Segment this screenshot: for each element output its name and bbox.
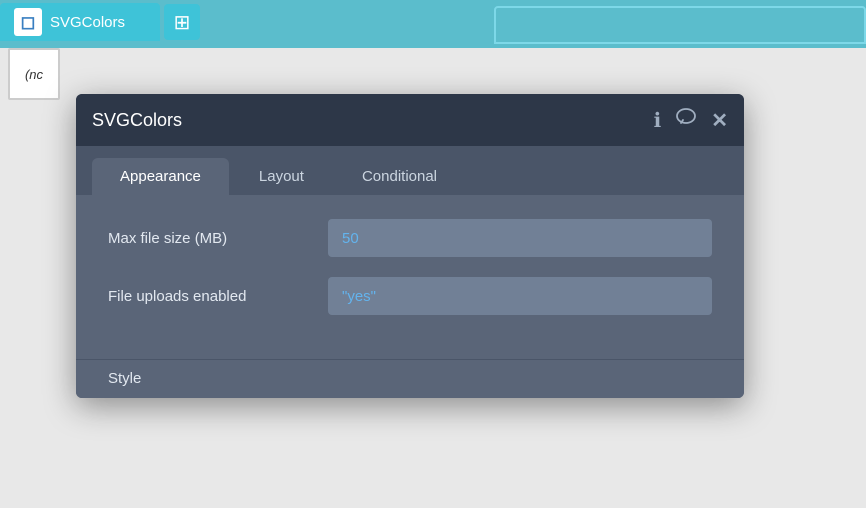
form-row-fileuploads: File uploads enabled "yes" bbox=[108, 277, 712, 315]
tab-icon-button[interactable]: ⊞ bbox=[164, 4, 200, 40]
close-icon[interactable]: ✕ bbox=[711, 108, 728, 133]
form-row-maxfilesize: Max file size (MB) 50 bbox=[108, 219, 712, 257]
tab-label: SVGColors bbox=[50, 14, 125, 31]
svgcolors-modal: SVGColors ℹ ✕ Appearance Layout Conditio… bbox=[76, 94, 744, 398]
tab-icon: ◻ bbox=[14, 8, 42, 36]
modal-title: SVGColors bbox=[92, 110, 182, 131]
tab-appearance[interactable]: Appearance bbox=[92, 158, 229, 195]
right-inactive-tab[interactable] bbox=[494, 6, 866, 44]
file-uploads-label: File uploads enabled bbox=[108, 288, 328, 305]
modal-body: Max file size (MB) 50 File uploads enabl… bbox=[76, 195, 744, 359]
tab-conditional[interactable]: Conditional bbox=[334, 158, 465, 195]
chat-icon[interactable] bbox=[675, 106, 697, 134]
tab-layout[interactable]: Layout bbox=[231, 158, 332, 195]
file-uploads-value[interactable]: "yes" bbox=[328, 277, 712, 315]
modal-tabs: Appearance Layout Conditional bbox=[76, 146, 744, 195]
info-icon[interactable]: ℹ bbox=[654, 108, 662, 133]
bottom-left-icon: (nc bbox=[8, 48, 60, 100]
max-file-size-label: Max file size (MB) bbox=[108, 230, 328, 247]
modal-header-icons: ℹ ✕ bbox=[654, 106, 728, 134]
modal-header: SVGColors ℹ ✕ bbox=[76, 94, 744, 146]
active-tab[interactable]: ◻ SVGColors bbox=[0, 3, 160, 41]
style-section: Style bbox=[76, 359, 744, 398]
top-bar: ◻ SVGColors ⊞ bbox=[0, 0, 866, 44]
max-file-size-value[interactable]: 50 bbox=[328, 219, 712, 257]
style-label: Style bbox=[108, 370, 141, 387]
